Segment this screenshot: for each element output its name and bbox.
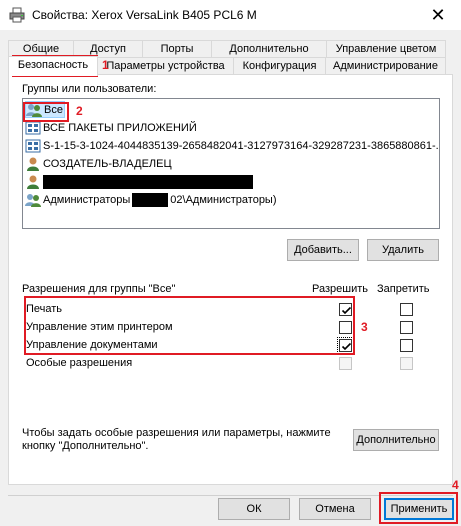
advanced-hint: Чтобы задать особые разрешения или парам… bbox=[22, 427, 331, 452]
tab-label: Порты bbox=[160, 43, 194, 55]
ok-button[interactable]: ОК bbox=[218, 498, 290, 520]
allow-checkbox-manage-printer[interactable] bbox=[339, 321, 352, 334]
permission-label: Управление этим принтером bbox=[26, 321, 173, 333]
groups-label: Группы или пользователи: bbox=[22, 83, 157, 95]
permission-label: Управление документами bbox=[26, 339, 158, 351]
tab-color-management[interactable]: Управление цветом bbox=[326, 40, 446, 58]
tab-label: Доступ bbox=[90, 43, 126, 55]
title-bar: Свойства: Xerox VersaLink B405 PCL6 M ✕ bbox=[0, 0, 461, 30]
security-panel: Группы или пользователи: Все ВСЕ ПАКЕТЫ … bbox=[8, 74, 453, 485]
tab-label: Управление цветом bbox=[335, 43, 437, 55]
list-item-label: СОЗДАТЕЛЬ-ВЛАДЕЛЕЦ bbox=[43, 157, 172, 170]
tab-label: Параметры устройства bbox=[106, 60, 225, 72]
allow-checkbox-print[interactable] bbox=[339, 303, 352, 316]
deny-column-header: Запретить bbox=[377, 283, 430, 295]
tab-label: Конфигурация bbox=[242, 60, 317, 72]
redacted-text bbox=[132, 192, 169, 207]
advanced-button[interactable]: Дополнительно bbox=[353, 429, 439, 451]
app-packages-icon bbox=[25, 121, 41, 134]
allow-checkbox-manage-documents[interactable] bbox=[337, 337, 354, 354]
printer-icon bbox=[9, 7, 25, 23]
list-item-label: S-1-15-3-1024-4044835139-2658482041-3127… bbox=[43, 139, 440, 152]
tab-row-bottom: Безопасность Параметры устройства Конфиг… bbox=[8, 56, 446, 76]
user-icon bbox=[27, 175, 39, 189]
tab-label: Администрирование bbox=[333, 60, 438, 72]
add-button[interactable]: Добавить... bbox=[287, 239, 359, 261]
deny-checkbox-manage-documents[interactable] bbox=[400, 339, 413, 352]
permission-row-manage-documents: Управление документами bbox=[26, 337, 436, 355]
list-item-all-app-packages[interactable]: ВСЕ ПАКЕТЫ ПРИЛОЖЕНИЙ bbox=[25, 119, 437, 136]
close-icon: ✕ bbox=[430, 4, 446, 25]
list-item-label-suffix: 02\Администраторы) bbox=[170, 193, 277, 206]
deny-checkbox-special bbox=[400, 357, 413, 370]
list-item-administrators[interactable]: Администраторы 02\Администраторы) bbox=[25, 191, 437, 208]
list-item-sid[interactable]: S-1-15-3-1024-4044835139-2658482041-3127… bbox=[25, 137, 440, 154]
sid-icon bbox=[25, 139, 41, 152]
permissions-header: Разрешения для группы "Все" bbox=[22, 283, 176, 295]
permission-row-print: Печать bbox=[26, 301, 436, 319]
annotation-number-3: 3 bbox=[361, 320, 368, 334]
redacted-text bbox=[43, 174, 253, 189]
permission-row-manage-printer: Управление этим принтером bbox=[26, 319, 436, 337]
deny-checkbox-manage-printer[interactable] bbox=[400, 321, 413, 334]
tab-configuration[interactable]: Конфигурация bbox=[233, 57, 326, 75]
deny-checkbox-print[interactable] bbox=[400, 303, 413, 316]
list-item-label: ВСЕ ПАКЕТЫ ПРИЛОЖЕНИЙ bbox=[43, 121, 197, 134]
user-icon bbox=[27, 157, 39, 171]
tab-device-settings[interactable]: Параметры устройства bbox=[97, 57, 234, 75]
cancel-button[interactable]: Отмена bbox=[299, 498, 371, 520]
tab-security[interactable]: Безопасность bbox=[8, 56, 98, 76]
tab-label: Общие bbox=[22, 43, 60, 55]
remove-button[interactable]: Удалить bbox=[367, 239, 439, 261]
list-item-label: Все bbox=[44, 103, 63, 116]
tab-ports[interactable]: Порты bbox=[142, 40, 212, 58]
permission-row-special: Особые разрешения bbox=[26, 355, 436, 373]
tab-label: Дополнительно bbox=[229, 43, 309, 55]
tab-advanced[interactable]: Дополнительно bbox=[211, 40, 327, 58]
allow-column-header: Разрешить bbox=[312, 283, 368, 295]
tab-administration[interactable]: Администрирование bbox=[325, 57, 446, 75]
annotation-number-4: 4 bbox=[452, 478, 459, 492]
annotation-number-1: 1 bbox=[102, 58, 109, 72]
permission-label: Особые разрешения bbox=[26, 357, 133, 369]
checkmark-icon bbox=[341, 306, 352, 315]
footer-separator bbox=[8, 495, 453, 496]
list-item-label: Администраторы bbox=[43, 193, 131, 206]
window-title: Свойства: Xerox VersaLink B405 PCL6 M bbox=[32, 8, 257, 22]
list-item-everyone[interactable]: Все bbox=[25, 101, 65, 118]
groups-listbox[interactable]: Все ВСЕ ПАКЕТЫ ПРИЛОЖЕНИЙ S-1-15-3-1024-… bbox=[22, 98, 440, 229]
permission-label: Печать bbox=[26, 303, 63, 315]
checkmark-icon bbox=[341, 342, 352, 351]
list-item-redacted-user[interactable] bbox=[25, 173, 437, 190]
users-icon bbox=[25, 193, 41, 207]
list-item-creator-owner[interactable]: СОЗДАТЕЛЬ-ВЛАДЕЛЕЦ bbox=[25, 155, 437, 172]
allow-checkbox-special bbox=[339, 357, 352, 370]
close-button[interactable]: ✕ bbox=[415, 0, 461, 30]
users-icon bbox=[26, 103, 42, 117]
annotation-number-2: 2 bbox=[76, 104, 83, 118]
tab-label: Безопасность bbox=[17, 59, 89, 71]
apply-button[interactable]: Применить bbox=[384, 498, 454, 520]
